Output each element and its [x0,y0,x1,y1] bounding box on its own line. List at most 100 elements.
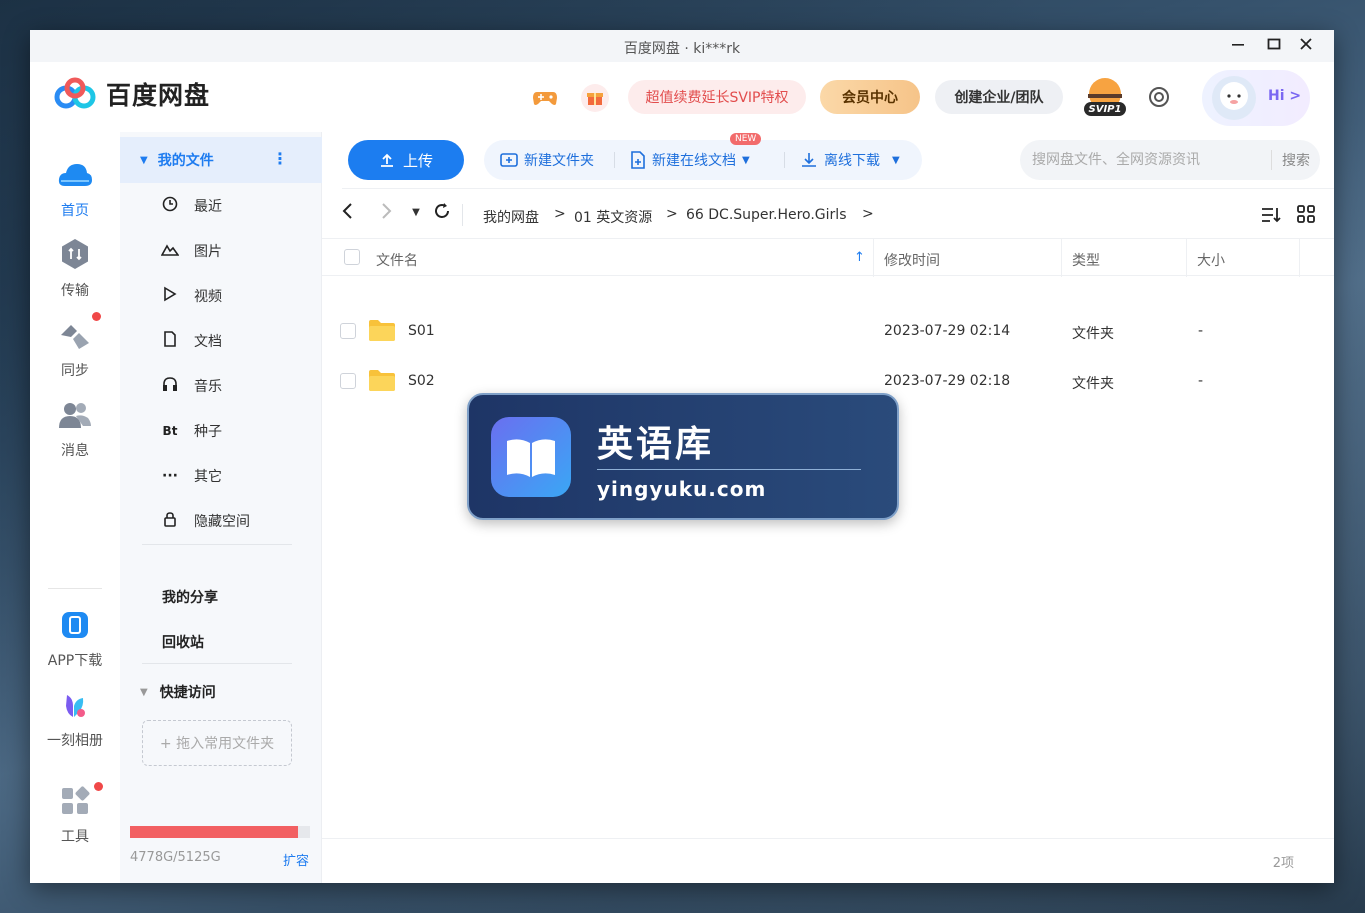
bt-icon: Bt [162,424,178,438]
column-header-type[interactable]: 类型 [1072,250,1100,270]
settings-button[interactable] [1146,84,1172,110]
search-input[interactable] [1032,150,1252,170]
column-header-size[interactable]: 大小 [1197,250,1225,270]
quick-access-drop-zone[interactable]: + 拖入常用文件夹 [142,720,292,766]
file-type: 文件夹 [1072,326,1114,342]
new-badge: NEW [730,133,762,145]
nav-documents[interactable]: 文档 [120,321,322,361]
nav-quick-access[interactable]: ▼ 快捷访问 [120,682,322,702]
nav-recycle-bin[interactable]: 回收站 [162,632,204,652]
grid-view-button[interactable] [1296,204,1318,226]
history-dropdown[interactable]: ▼ [404,202,428,226]
svip-badge[interactable]: SVIP1 [1080,76,1130,120]
breadcrumb-bar: ▼ 我的网盘 > 01 英文资源 > 66 DC.Super.Hero.Girl… [322,192,1334,238]
svip-level-text: SVIP1 [1088,104,1122,115]
table-row[interactable]: S01 2023-07-29 02:14 文件夹 - [322,306,1334,356]
nav-videos-label: 视频 [194,289,222,305]
nav-hidden-space[interactable]: 隐藏空间 [120,501,322,541]
column-header-modified[interactable]: 修改时间 [884,250,940,270]
toolbar-divider [784,152,785,168]
gift-button[interactable] [581,84,609,112]
rail-item-album[interactable]: 一刻相册 [30,690,120,750]
close-button[interactable] [1294,34,1318,58]
minimize-icon [1232,44,1244,46]
baidu-cloud-logo-icon [54,77,96,109]
nav-videos[interactable]: 视频 [120,276,322,316]
logo[interactable]: 百度网盘 [54,76,210,112]
breadcrumb-item[interactable]: 01 英文资源 [574,207,652,227]
refresh-icon [435,203,449,218]
sort-button[interactable] [1260,204,1282,226]
maximize-button[interactable] [1262,34,1286,58]
row-checkbox[interactable] [340,323,356,339]
rail-item-messages[interactable]: 消息 [30,400,120,460]
forward-button[interactable] [374,202,398,226]
new-folder-icon [500,153,518,167]
minimize-button[interactable] [1226,34,1250,58]
side-nav: ▼ 我的文件 ⋮ 最近 图片 视频 文档 音乐 Bt 种子 ··· 其它 隐藏空… [120,132,322,883]
nav-others-label: 其它 [194,469,222,485]
breadcrumb-item[interactable]: 我的网盘 [483,207,539,227]
status-divider [322,838,1334,839]
file-name: S01 [408,323,435,339]
title-bar: 百度网盘 · ki***rk [30,30,1334,62]
avatar-icon [1212,76,1256,120]
gift-icon [587,93,603,105]
offline-download-button[interactable]: 离线下载 ▼ [800,140,900,180]
vip-center-button[interactable]: 会员中心 [820,80,920,114]
rail-item-transfer[interactable]: 传输 [30,238,120,300]
rail-item-app-download[interactable]: APP下载 [30,610,120,670]
user-avatar-button[interactable]: Hi > [1202,70,1310,126]
file-size: - [1198,373,1204,389]
cloud-icon [58,164,92,186]
folder-icon [369,320,395,341]
nav-torrents[interactable]: Bt 种子 [120,411,322,451]
breadcrumb-chevron-icon: > [666,206,678,222]
more-options-icon[interactable]: ⋮ [272,149,288,168]
breadcrumb-item[interactable]: 66 DC.Super.Hero.Girls [686,207,847,223]
new-folder-button[interactable]: 新建文件夹 [500,140,594,180]
new-online-doc-button[interactable]: 新建在线文档 ▼ [630,140,750,180]
back-button[interactable] [336,202,360,226]
create-business-button[interactable]: 创建企业/团队 [935,80,1063,114]
rail-item-sync[interactable]: 同步 [30,320,120,380]
nav-others[interactable]: ··· 其它 [120,456,322,496]
row-checkbox[interactable] [340,373,356,389]
nav-hidden-space-label: 隐藏空间 [194,514,250,530]
search-button[interactable]: 搜索 [1271,150,1310,170]
storage-usage-text: 4778G/5125G [130,850,221,865]
sync-icon [61,325,89,349]
dropdown-arrow-icon: ▼ [412,207,420,218]
nav-recent[interactable]: 最近 [120,186,322,226]
refresh-button[interactable] [430,202,454,226]
download-icon [802,153,816,167]
left-rail: 首页 传输 同步 消息 APP下载 一刻相册 工具 [30,132,120,883]
file-type: 文件夹 [1072,376,1114,392]
nav-my-files[interactable]: ▼ 我的文件 ⋮ [120,137,322,183]
rail-item-tools[interactable]: 工具 [30,786,120,846]
breadcrumb-chevron-icon: > [554,206,566,222]
nav-my-share[interactable]: 我的分享 [162,587,218,607]
svip-promo-button[interactable]: 超值续费延长SVIP特权 [628,80,806,114]
game-button[interactable] [531,84,559,112]
nav-music[interactable]: 音乐 [120,366,322,406]
close-icon [1300,38,1312,50]
nav-divider [142,544,292,545]
lock-icon [160,511,180,531]
upload-button[interactable]: 上传 [348,140,464,180]
file-name: S02 [408,373,435,389]
new-doc-icon [631,151,645,169]
rail-label-tools: 工具 [61,829,89,845]
search-box: 搜索 [1020,140,1320,180]
offline-download-label: 离线下载 [824,153,880,169]
nav-images[interactable]: 图片 [120,231,322,271]
select-all-checkbox[interactable] [344,249,360,265]
column-header-name[interactable]: 文件名 [376,250,418,270]
rail-item-home[interactable]: 首页 [30,160,120,220]
expand-storage-link[interactable]: 扩容 [283,850,309,869]
rail-label-album: 一刻相册 [47,733,103,749]
document-icon [160,331,180,351]
upload-icon [380,153,393,167]
app-header: 百度网盘 超值续费延长SVIP特权 会员中心 创建企业/团队 SVIP1 Hi … [30,62,1334,132]
chevron-left-icon [342,203,352,219]
